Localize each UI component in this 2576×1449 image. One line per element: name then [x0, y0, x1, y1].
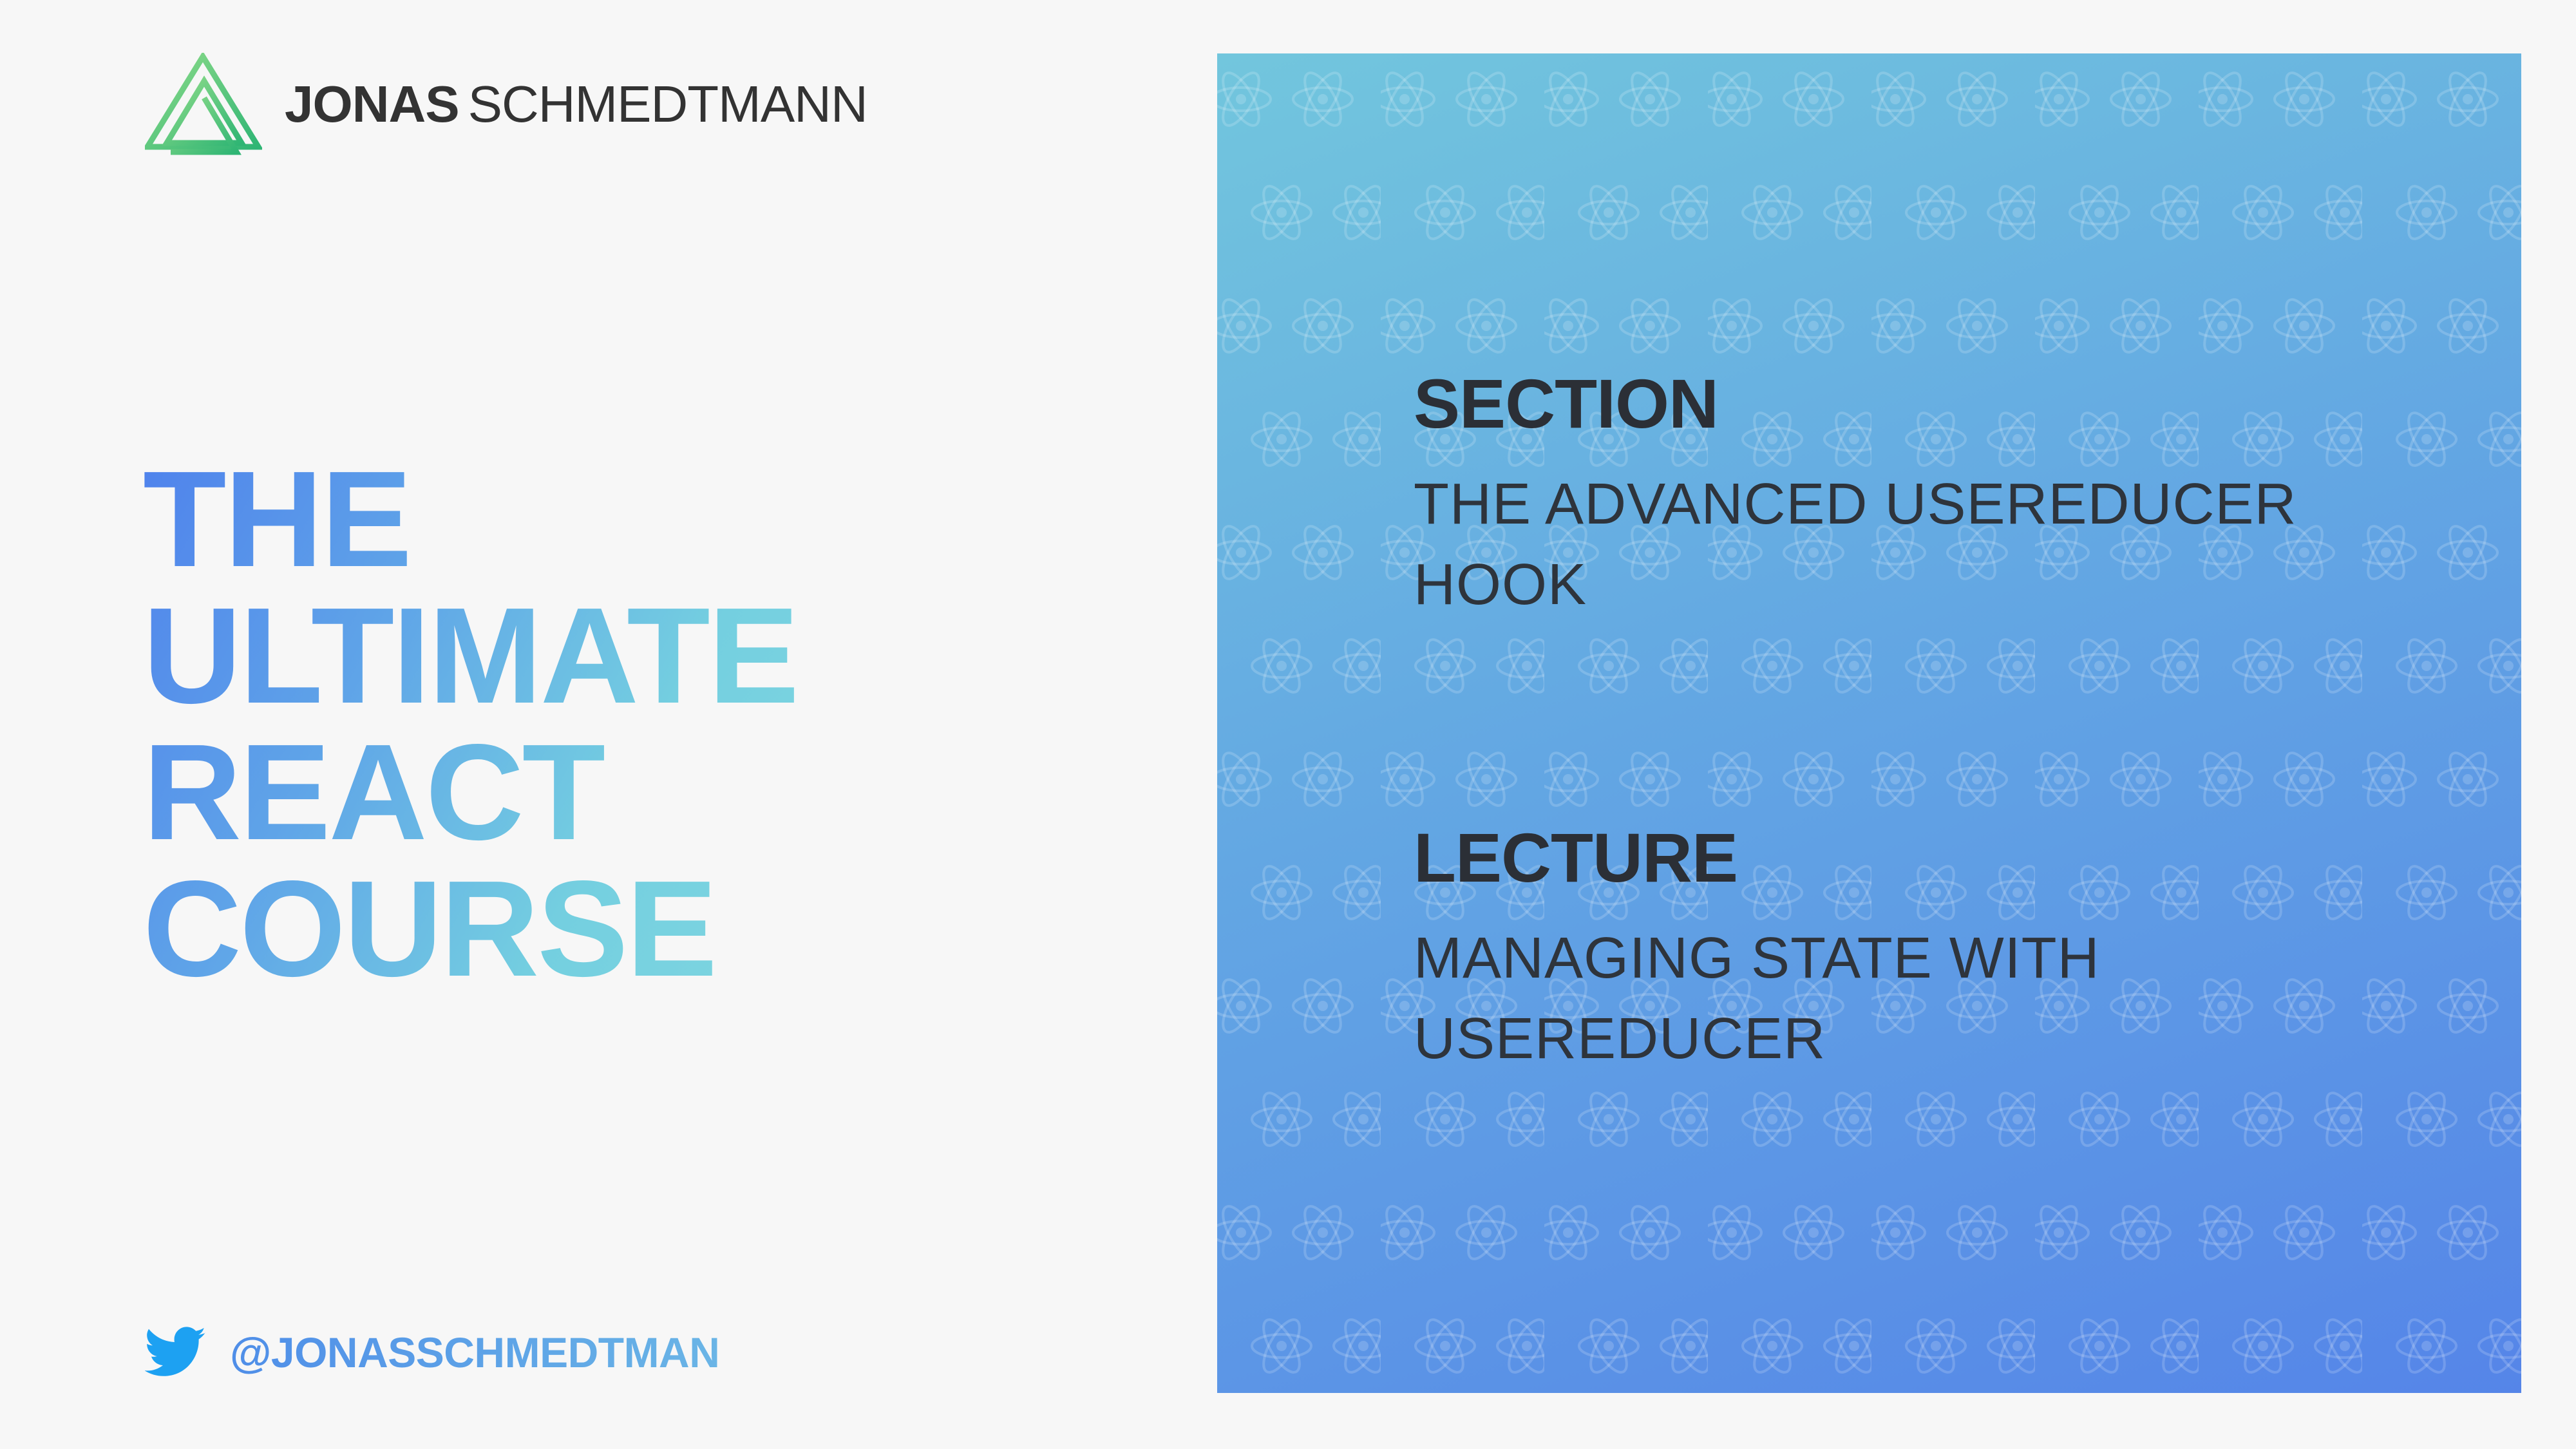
lecture-heading: LECTURE [1414, 819, 1738, 896]
brand-header: JONAS SCHMEDTMANN [145, 53, 868, 156]
lecture-title-line: USEREDUCER [1414, 1006, 1826, 1071]
course-title-line: ULTIMATE [143, 579, 798, 732]
course-title-line: REACT [143, 715, 604, 868]
twitter-handle-row: @JONASSCHMEDTMAN [145, 1320, 720, 1385]
section-title-line: THE ADVANCED USEREDUCER [1414, 471, 2297, 536]
course-title-line: COURSE [143, 852, 716, 1005]
section-block: SECTION THE ADVANCED USEREDUCER HOOK [1414, 365, 2412, 625]
triangle-logo-icon [145, 53, 262, 155]
brand-first-name: JONAS [285, 75, 460, 133]
lecture-block: LECTURE MANAGING STATE WITH USEREDUCER [1414, 819, 2412, 1079]
lecture-title: MANAGING STATE WITH USEREDUCER [1414, 918, 2412, 1079]
twitter-handle[interactable]: @JONASSCHMEDTMAN [230, 1328, 720, 1377]
course-title: THE ULTIMATE REACT COURSE [143, 451, 1173, 997]
lecture-title-line: MANAGING STATE WITH [1414, 925, 2100, 990]
section-title-line: HOOK [1414, 552, 1587, 617]
course-title-line: THE [143, 442, 410, 595]
react-atom-pattern [1217, 53, 2521, 1393]
section-heading: SECTION [1414, 365, 1719, 442]
lecture-info-card: SECTION THE ADVANCED USEREDUCER HOOK LEC… [1217, 53, 2521, 1393]
section-title: THE ADVANCED USEREDUCER HOOK [1414, 464, 2412, 625]
brand-name: JONAS SCHMEDTMANN [285, 75, 868, 134]
twitter-icon [145, 1327, 206, 1376]
brand-last-name: SCHMEDTMANN [468, 75, 868, 133]
